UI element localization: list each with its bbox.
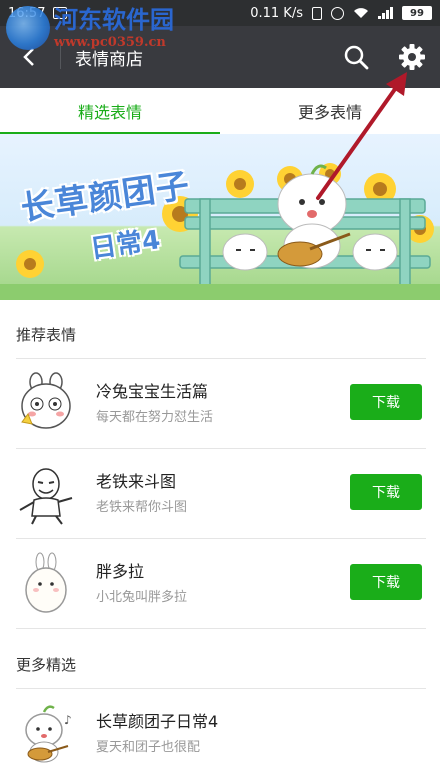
section-title-more: 更多精选 [16, 656, 77, 674]
status-bar: 16:57 0.11 K/s 99 [0, 0, 440, 26]
page-title: 表情商店 [75, 49, 143, 70]
list-item[interactable]: 老铁来斗图 老铁来帮你斗图 下载 [0, 448, 440, 538]
signal-icon [378, 7, 393, 19]
featured-banner[interactable]: 长草颜团子 日常4 [0, 134, 440, 300]
search-button[interactable] [328, 26, 384, 88]
status-time: 16:57 [8, 5, 46, 21]
download-button[interactable]: 下载 [350, 384, 422, 420]
svg-text:♪: ♪ [64, 713, 72, 727]
section-divider [16, 628, 426, 629]
cold-rabbit-sticker-icon [21, 372, 71, 429]
tab-more[interactable]: 更多表情 [220, 88, 440, 134]
item-subtitle: 每天都在努力怼生活 [96, 410, 214, 425]
back-arrow-icon [23, 48, 34, 66]
battery-icon: 99 [402, 6, 432, 20]
download-button[interactable]: 下载 [350, 474, 422, 510]
item-title: 冷兔宝宝生活篇 [96, 382, 209, 401]
item-subtitle: 小北兔叫胖多拉 [96, 590, 188, 605]
app-bar: 表情商店 [0, 26, 440, 88]
tab-bar: 精选表情 更多表情 [0, 88, 440, 135]
wifi-icon [354, 8, 368, 18]
network-speed: 0.11 K/s [250, 5, 303, 21]
list-item[interactable]: 冷兔宝宝生活篇 每天都在努力怼生活 下载 [0, 358, 440, 448]
item-title: 长草颜团子日常4 [96, 712, 219, 731]
item-subtitle: 老铁来帮你斗图 [96, 500, 188, 515]
row-divider [16, 538, 426, 539]
list-item[interactable]: 胖多拉 小北兔叫胖多拉 下载 [0, 538, 440, 628]
tab-featured[interactable]: 精选表情 [0, 88, 220, 135]
item-title: 胖多拉 [96, 562, 145, 581]
grass-dumpling-sticker-icon: ♪ [25, 705, 72, 763]
laotie-meme-sticker-icon [19, 468, 73, 525]
search-icon [344, 45, 369, 70]
vibrate-icon [312, 6, 322, 20]
gear-icon [399, 44, 425, 70]
list-item[interactable]: ♪ 长草颜团子日常4 夏天和团子也很配 [0, 688, 440, 778]
message-icon [53, 7, 68, 19]
item-title: 老铁来斗图 [96, 472, 177, 491]
item-subtitle: 夏天和团子也很配 [96, 740, 201, 755]
download-button[interactable]: 下载 [350, 564, 422, 600]
row-divider [16, 358, 426, 359]
row-divider [16, 688, 426, 689]
section-title-recommended: 推荐表情 [16, 326, 77, 344]
title-divider [60, 45, 61, 69]
alarm-icon [331, 6, 344, 20]
back-button[interactable] [0, 26, 60, 88]
pangduola-sticker-icon [25, 552, 67, 613]
row-divider [16, 448, 426, 449]
settings-button[interactable] [384, 26, 440, 88]
